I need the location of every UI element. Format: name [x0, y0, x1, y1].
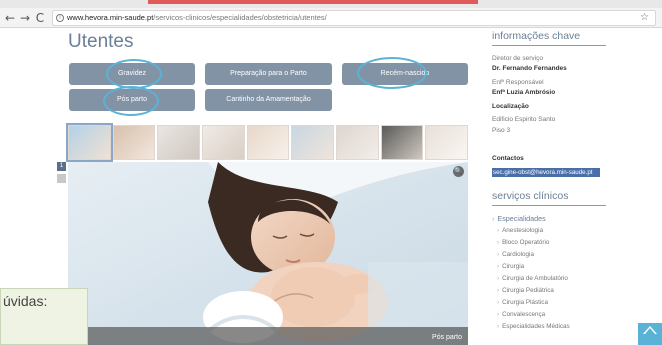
floor: Piso 3	[492, 127, 511, 134]
sidebar-item-cirurgia-pediatrica[interactable]: › Cirurgia Pediátrica	[497, 287, 554, 294]
sidebar-item-cirurgia-plastica[interactable]: › Cirurgia Plástica	[497, 299, 548, 306]
director-name: Dr. Fernando Fernandes	[492, 65, 567, 72]
browser-window: ← → C i www.hevora.min-saude.pt/servicos…	[0, 0, 662, 345]
thumbnail[interactable]	[112, 125, 156, 160]
chevron-up-icon	[643, 326, 657, 334]
sidebar-item-cirurgia-ambulatorio[interactable]: › Cirurgia de Ambulatório	[497, 275, 568, 282]
contacts-label: Contactos	[492, 155, 524, 162]
tab-strip	[0, 0, 662, 8]
chevron-right-icon: ›	[492, 214, 495, 223]
address-bar: ← → C i www.hevora.min-saude.pt/servicos…	[0, 8, 662, 28]
highlight-circle	[357, 57, 427, 89]
thumbnail[interactable]	[157, 125, 201, 160]
thumbnail[interactable]	[380, 125, 424, 160]
doubt-box: úvidas:	[0, 288, 88, 345]
doubt-text: úvidas:	[3, 293, 48, 309]
sidebar-item-especialidades-medicas[interactable]: › Especialidades Médicas	[497, 323, 570, 330]
slide-pager-1[interactable]: 1	[57, 162, 66, 171]
chevron-right-icon: ›	[497, 251, 500, 258]
back-icon[interactable]: ←	[3, 10, 17, 26]
chevron-right-icon: ›	[497, 299, 500, 306]
sidebar-item-label: Especialidades	[497, 214, 546, 223]
url-host: www.hevora.min-saude.pt	[67, 13, 154, 22]
location-label: Localização	[492, 103, 529, 110]
thumbnail-strip	[66, 123, 469, 162]
chevron-right-icon: ›	[497, 323, 500, 330]
nurse-name: Enfª Luzia Ambrósio	[492, 89, 556, 96]
director-label: Diretor de serviço	[492, 55, 543, 62]
thumbnail[interactable]	[336, 125, 379, 160]
url-input[interactable]: i www.hevora.min-saude.pt/servicos-clini…	[52, 10, 656, 26]
preparacao-parto-button[interactable]: Preparação para o Parto	[205, 63, 332, 85]
cantinho-amamentacao-button[interactable]: Cantinho da Amamentação	[205, 89, 332, 111]
sidebar-item-label: Cardiologia	[502, 251, 534, 258]
divider	[492, 45, 606, 46]
sidebar-item-label: Especialidades Médicas	[502, 323, 570, 330]
info-icon[interactable]: i	[56, 14, 64, 22]
chevron-right-icon: ›	[497, 311, 500, 318]
forward-icon[interactable]: →	[18, 10, 32, 26]
page-title: Utentes	[68, 31, 134, 52]
chevron-right-icon: ›	[497, 227, 500, 234]
nurse-label: Enfº Responsável	[492, 79, 544, 86]
key-info-heading: informações chave	[492, 30, 581, 42]
sidebar-item-bloco-operatorio[interactable]: › Bloco Operatório	[497, 239, 549, 246]
sidebar-item-label: Cirurgia	[502, 263, 525, 270]
mother-baby-photo	[68, 162, 468, 345]
email-link[interactable]: sec.gine-obst@hevora.min-saude.pt	[492, 168, 600, 177]
sidebar-item-cirurgia[interactable]: › Cirurgia	[497, 263, 524, 270]
scroll-to-top-button[interactable]	[638, 323, 662, 345]
thumbnail[interactable]	[291, 125, 335, 160]
thumbnail[interactable]	[246, 125, 290, 160]
url-path: /servicos-clinicos/especialidades/obstet…	[153, 13, 327, 22]
sidebar-item-anestesiologia[interactable]: › Anestesiologia	[497, 227, 543, 234]
thumbnail[interactable]	[202, 125, 245, 160]
chevron-right-icon: ›	[497, 275, 500, 282]
hero-caption: Pós parto	[432, 334, 462, 341]
slide-pager-2[interactable]	[57, 174, 66, 183]
sidebar-item-label: Cirurgia Pediátrica	[502, 287, 554, 294]
thumbnail[interactable]	[425, 125, 469, 160]
building: Edificio Espirito Santo	[492, 116, 556, 123]
reload-icon[interactable]: C	[33, 10, 47, 26]
sidebar-item-cardiologia[interactable]: › Cardiologia	[497, 251, 534, 258]
sidebar-item-convalescenca[interactable]: › Convalescença	[497, 311, 545, 318]
sidebar-item-label: Cirurgia de Ambulatório	[502, 275, 568, 282]
chevron-right-icon: ›	[497, 239, 500, 246]
sidebar-item-label: Convalescença	[502, 311, 546, 318]
bookmark-star-icon[interactable]: ☆	[640, 11, 649, 25]
sidebar-item-label: Bloco Operatório	[502, 239, 550, 246]
chevron-right-icon: ›	[497, 263, 500, 270]
highlight-circle	[106, 59, 162, 89]
sidebar-item-especialidades[interactable]: › Especialidades	[492, 214, 546, 223]
chevron-right-icon: ›	[497, 287, 500, 294]
active-tab-indicator[interactable]	[148, 0, 478, 4]
sidebar-item-label: Anestesiologia	[502, 227, 544, 234]
hero-image: 🔍 Pós parto	[68, 162, 468, 345]
clinical-services-heading: serviços clínicos	[492, 190, 569, 202]
divider	[492, 205, 606, 206]
highlight-circle	[103, 86, 159, 116]
thumbnail[interactable]	[66, 123, 113, 162]
zoom-icon[interactable]: 🔍	[453, 166, 464, 177]
hero-caption-bar	[68, 327, 468, 345]
sidebar-item-label: Cirurgia Plástica	[502, 299, 548, 306]
